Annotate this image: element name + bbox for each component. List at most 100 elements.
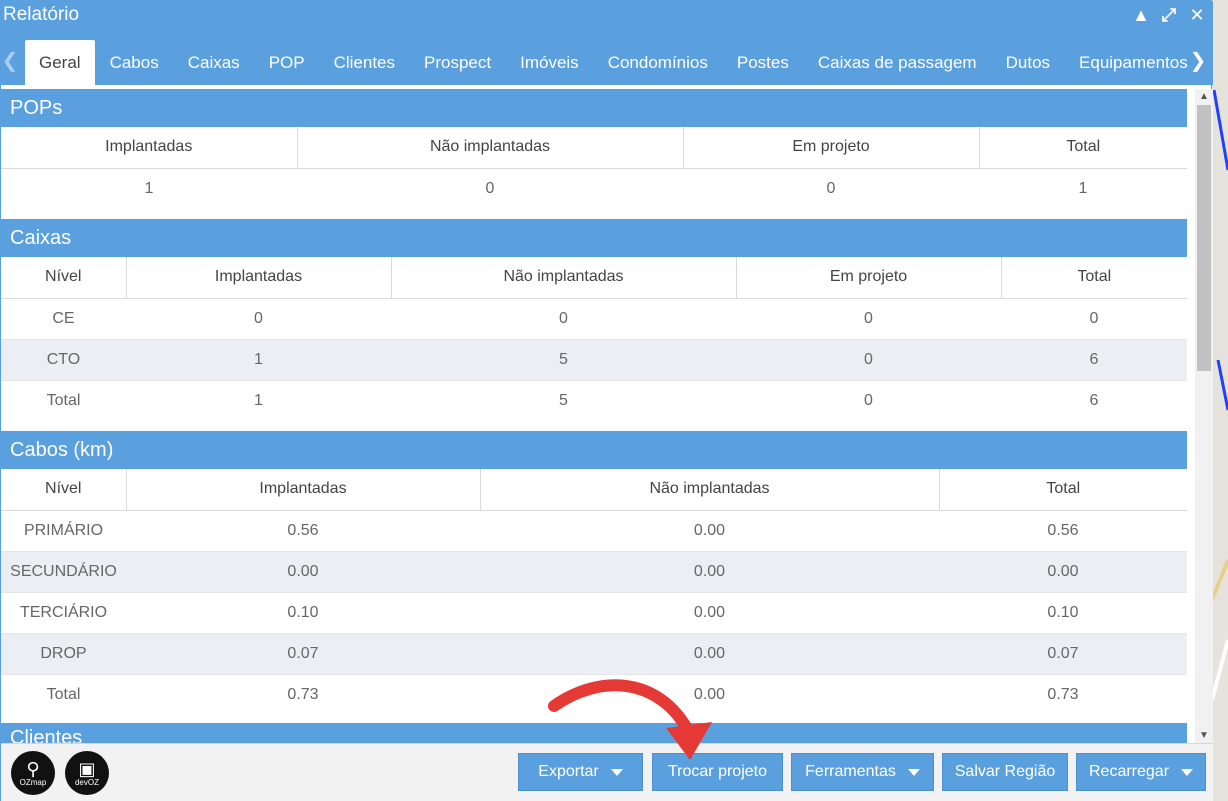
table-cell: Total <box>1 379 126 421</box>
tab-equipamentos[interactable]: Equipamentos <box>1065 40 1202 85</box>
collapse-icon[interactable]: ▲ <box>1131 5 1151 25</box>
tab-imóveis[interactable]: Imóveis <box>506 40 593 85</box>
table-header-row: Implantadas Não implantadas Em projeto Tota… <box>1 127 1187 169</box>
table-cell: 0.07 <box>126 632 480 674</box>
tab-list: Geral Cabos Caixas POP Clientes Prospect Imóve… <box>25 40 1203 85</box>
table-cell: 0 <box>736 297 1001 339</box>
caret-down-icon <box>1181 768 1194 776</box>
tab-bar: ❮ Geral Cabos Caixas POP Clientes Prospect Imó… <box>1 31 1213 85</box>
window-title: Relatório <box>3 4 80 25</box>
table-cell: 1 <box>1078 179 1088 197</box>
switch-project-button[interactable]: Trocar projeto <box>652 753 783 791</box>
table-cell: 0.00 <box>480 509 939 551</box>
tab-scroll-left-icon[interactable]: ❮ <box>1 49 19 72</box>
table-cell: 0.00 <box>939 550 1187 592</box>
table-row: CE 0 0 0 0 <box>1 297 1187 339</box>
tab-condomínios[interactable]: Condomínios <box>594 40 722 85</box>
tab-caixas-de-passagem[interactable]: Caixas de passagem <box>804 40 991 85</box>
table-row: CTO 1 5 0 6 <box>1 338 1187 380</box>
table-row: 1 0 0 1 <box>1 168 1187 209</box>
column-header[interactable]: Nível <box>1 469 127 511</box>
table-cell: 0 <box>736 379 1001 421</box>
scroll-down-icon[interactable]: ▼ <box>1199 730 1209 741</box>
close-icon[interactable]: ✕ <box>1187 5 1207 25</box>
section-caixas-header: Caixas <box>1 219 1187 257</box>
table-cell: 0 <box>485 179 495 197</box>
table-cell: 0.00 <box>480 591 939 633</box>
devoz-logo: ▣ devOZ <box>65 751 109 795</box>
table-cell: 6 <box>1001 379 1187 421</box>
dev-logo-icon: ▣ <box>78 758 96 779</box>
ozmap-logo: ⚲ OZmap <box>11 751 55 795</box>
table-cell: 0.00 <box>480 673 939 715</box>
table-cell: 6 <box>1001 338 1187 380</box>
table-cell: TERCIÁRIO <box>1 591 126 633</box>
cabos-table: Nível Implantadas Não implantadas Total PRI… <box>1 469 1187 715</box>
section-cabos-header: Cabos (km) <box>1 431 1187 469</box>
column-header[interactable]: Não implantadas <box>297 127 684 169</box>
table-row: SECUNDÁRIO 0.00 0.00 0.00 <box>1 550 1187 592</box>
table-cell: 5 <box>391 338 736 380</box>
table-cell: 0.10 <box>126 591 480 633</box>
tab-geral[interactable]: Geral <box>25 40 95 85</box>
table-row: TERCIÁRIO 0.10 0.00 0.10 <box>1 591 1187 633</box>
table-cell: DROP <box>1 632 126 674</box>
tools-button[interactable]: Ferramentas <box>791 753 934 791</box>
section-pops-header: POPs <box>1 89 1187 127</box>
table-cell: 0.07 <box>939 632 1187 674</box>
tab-pop[interactable]: POP <box>255 40 319 85</box>
map-roads <box>1212 0 1228 801</box>
table-cell: 0.10 <box>939 591 1187 633</box>
tab-caixas[interactable]: Caixas <box>174 40 254 85</box>
table-cell: 0 <box>1001 297 1187 339</box>
table-cell: 0.00 <box>480 550 939 592</box>
table-cell: 0 <box>826 179 836 197</box>
column-header[interactable]: Implantadas <box>1 127 298 169</box>
table-header-row: Nível Implantadas Não implantadas Total <box>1 469 1187 511</box>
column-header[interactable]: Não implantadas <box>480 469 940 511</box>
column-header[interactable]: Em projeto <box>683 127 980 169</box>
map-background <box>1212 0 1228 801</box>
map-pin-icon: ⚲ <box>26 758 40 779</box>
reload-button[interactable]: Recarregar <box>1076 753 1206 791</box>
section-clientes-header: Clientes <box>1 723 1187 743</box>
column-header[interactable]: Não implantadas <box>391 257 737 299</box>
save-region-button[interactable]: Salvar Região <box>942 753 1068 791</box>
maximize-icon[interactable]: ⤢ <box>1159 5 1179 25</box>
caret-down-icon <box>907 768 920 776</box>
column-header[interactable]: Total <box>1001 257 1187 299</box>
table-cell: 1 <box>126 379 391 421</box>
window-controls: ▲ ⤢ ✕ <box>1131 5 1207 25</box>
tab-scroll-right-icon[interactable]: ❯ <box>1189 49 1207 72</box>
caixas-table: Nível Implantadas Não implantadas Em projet… <box>1 257 1187 421</box>
table-cell: SECUNDÁRIO <box>1 550 126 592</box>
table-cell: 0.73 <box>126 673 480 715</box>
table-cell: PRIMÁRIO <box>1 509 126 551</box>
report-content[interactable]: POPs Implantadas Não implantadas Em projet… <box>1 85 1197 743</box>
table-cell: 0.00 <box>480 632 939 674</box>
scroll-up-icon[interactable]: ▲ <box>1199 91 1209 102</box>
column-header[interactable]: Total <box>939 469 1187 511</box>
tab-cabos[interactable]: Cabos <box>96 40 173 85</box>
table-cell: 1 <box>144 179 154 197</box>
scrollbar-thumb[interactable] <box>1197 105 1211 371</box>
export-button[interactable]: Exportar <box>518 753 643 791</box>
table-cell: 0 <box>736 338 1001 380</box>
table-row: DROP 0.07 0.00 0.07 <box>1 632 1187 674</box>
column-header[interactable]: Em projeto <box>736 257 1002 299</box>
table-cell: 0.00 <box>126 550 480 592</box>
content-scrollbar[interactable]: ▲ ▼ <box>1195 89 1213 743</box>
tab-clientes[interactable]: Clientes <box>320 40 409 85</box>
column-header[interactable]: Implantadas <box>126 469 481 511</box>
tab-dutos[interactable]: Dutos <box>992 40 1064 85</box>
table-cell: 0.73 <box>939 673 1187 715</box>
column-header[interactable]: Implantadas <box>126 257 392 299</box>
footer-toolbar: ⚲ OZmap ▣ devOZ Exportar Trocar projeto … <box>1 743 1213 801</box>
pops-table: Implantadas Não implantadas Em projeto Tota… <box>1 127 1187 209</box>
column-header[interactable]: Nível <box>1 257 127 299</box>
table-cell: 5 <box>391 379 736 421</box>
tab-prospect[interactable]: Prospect <box>410 40 505 85</box>
table-cell: CTO <box>1 338 126 380</box>
tab-postes[interactable]: Postes <box>723 40 803 85</box>
column-header[interactable]: Total <box>979 127 1187 169</box>
